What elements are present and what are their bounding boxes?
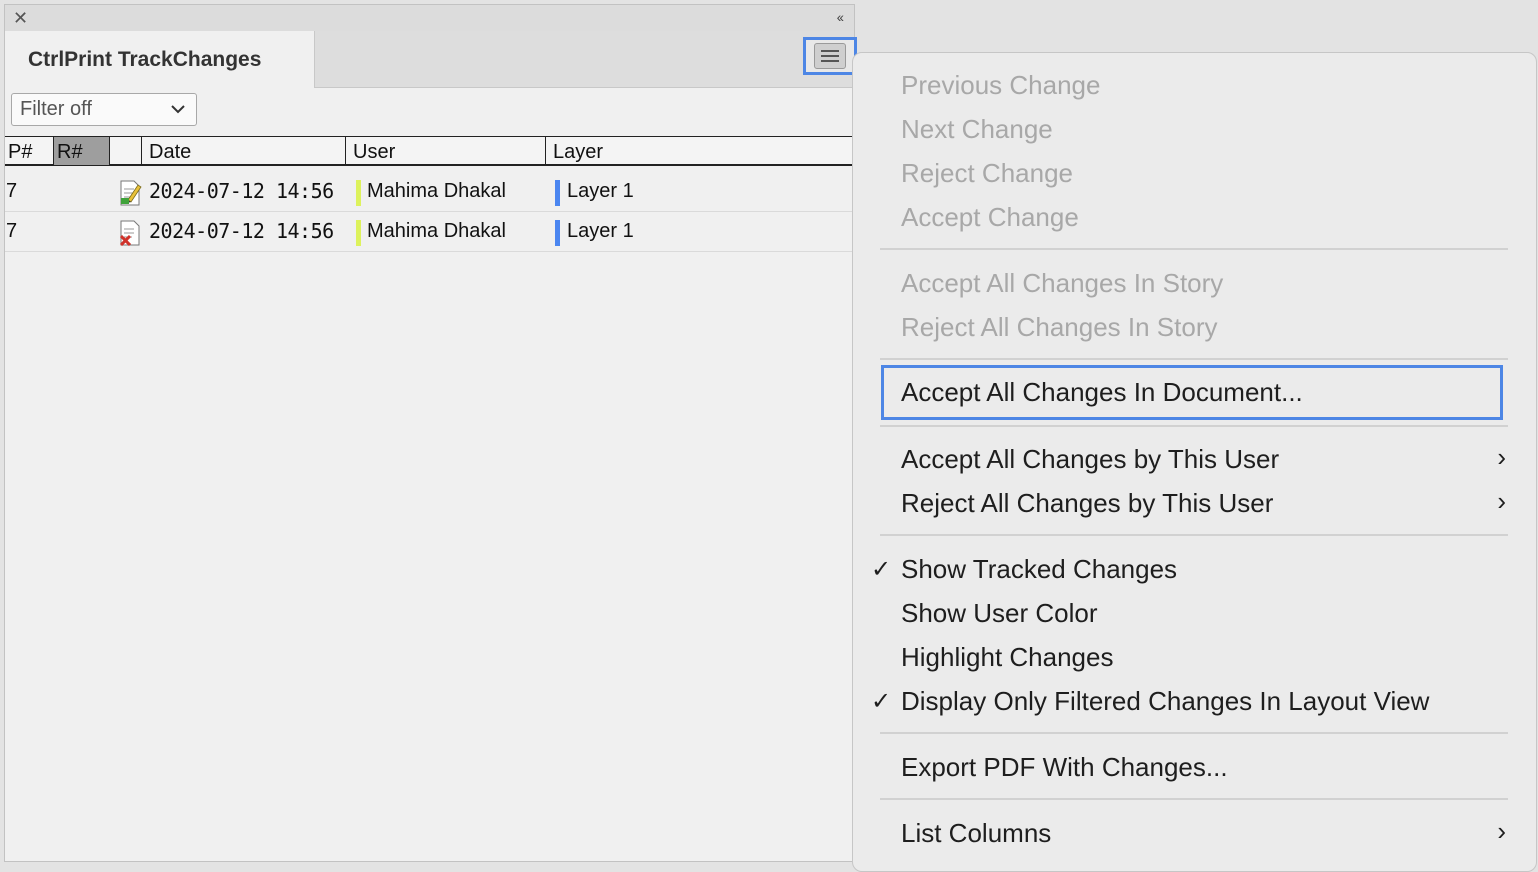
- panel-context-menu: Previous Change Next Change Reject Chang…: [852, 52, 1537, 872]
- row-layer: Layer 1: [567, 220, 634, 242]
- layer-color-bar: [555, 180, 560, 206]
- row-user: Mahima Dhakal: [367, 220, 506, 242]
- row-p-number: 7: [6, 180, 18, 202]
- column-header-p[interactable]: P#: [5, 137, 54, 165]
- menu-item-show-tracked-changes[interactable]: Show Tracked Changes: [901, 554, 1177, 585]
- chevron-down-icon: [170, 95, 186, 135]
- row-date: 2024-07-12 14:56: [149, 179, 334, 203]
- filter-dropdown[interactable]: Filter off: [11, 93, 197, 126]
- trackchanges-panel: ✕ ‹‹ CtrlPrint TrackChanges Filter off P…: [4, 4, 857, 862]
- menu-item-accept-all-story[interactable]: Accept All Changes In Story: [901, 268, 1223, 299]
- tab-ctrlprint-trackchanges[interactable]: CtrlPrint TrackChanges: [5, 31, 315, 88]
- menu-item-list-columns[interactable]: List Columns: [901, 818, 1051, 849]
- chevron-right-icon: ›: [1497, 816, 1506, 846]
- row-p-number: 7: [6, 220, 18, 242]
- table-row[interactable]: 7 2024-07-12 14:56 Mahima Dhakal Layer 1: [5, 171, 852, 212]
- column-header-icon[interactable]: [110, 137, 142, 165]
- row-user: Mahima Dhakal: [367, 180, 506, 202]
- row-layer: Layer 1: [567, 180, 634, 202]
- menu-item-accept-all-document[interactable]: Accept All Changes In Document...: [901, 377, 1303, 408]
- edit-document-icon: [120, 180, 142, 206]
- menu-separator: [880, 425, 1508, 427]
- close-icon[interactable]: ✕: [13, 8, 28, 28]
- menu-item-previous-change[interactable]: Previous Change: [901, 70, 1100, 101]
- filter-value: Filter off: [20, 98, 92, 120]
- column-header-date[interactable]: Date: [142, 137, 346, 165]
- menu-item-export-pdf[interactable]: Export PDF With Changes...: [901, 752, 1228, 783]
- column-header-user[interactable]: User: [346, 137, 546, 165]
- menu-item-show-user-color[interactable]: Show User Color: [901, 598, 1098, 629]
- menu-item-reject-all-story[interactable]: Reject All Changes In Story: [901, 312, 1218, 343]
- menu-item-accept-all-user[interactable]: Accept All Changes by This User: [901, 444, 1279, 475]
- layer-color-bar: [555, 220, 560, 246]
- checkmark-icon: ✓: [871, 556, 892, 583]
- menu-separator: [880, 248, 1508, 250]
- column-header-r[interactable]: R#: [54, 137, 110, 165]
- menu-item-reject-all-user[interactable]: Reject All Changes by This User: [901, 488, 1273, 519]
- table-header: P# R# Date User Layer: [5, 136, 852, 166]
- panel-menu-button[interactable]: [803, 37, 857, 75]
- menu-separator: [880, 534, 1508, 536]
- checkmark-icon: ✓: [871, 688, 892, 715]
- menu-separator: [880, 358, 1508, 360]
- collapse-panel-icon[interactable]: ‹‹: [837, 9, 844, 25]
- column-header-layer[interactable]: Layer: [546, 137, 852, 165]
- menu-separator: [880, 798, 1508, 800]
- user-color-bar: [356, 180, 361, 206]
- menu-item-next-change[interactable]: Next Change: [901, 114, 1053, 145]
- hamburger-menu-icon: [814, 43, 846, 69]
- delete-document-icon: [119, 220, 140, 247]
- row-date: 2024-07-12 14:56: [149, 219, 334, 243]
- menu-separator: [880, 732, 1508, 734]
- table-row[interactable]: 7 2024-07-12 14:56 Mahima Dhakal Layer 1: [5, 211, 852, 252]
- menu-item-accept-change[interactable]: Accept Change: [901, 202, 1079, 233]
- chevron-right-icon: ›: [1497, 442, 1506, 472]
- menu-item-display-filtered-changes[interactable]: Display Only Filtered Changes In Layout …: [901, 686, 1429, 717]
- user-color-bar: [356, 220, 361, 246]
- panel-titlebar: ✕ ‹‹: [5, 5, 854, 32]
- panel-tabbar: CtrlPrint TrackChanges: [5, 31, 857, 88]
- menu-item-highlight-changes[interactable]: Highlight Changes: [901, 642, 1113, 673]
- menu-item-reject-change[interactable]: Reject Change: [901, 158, 1073, 189]
- chevron-right-icon: ›: [1497, 486, 1506, 516]
